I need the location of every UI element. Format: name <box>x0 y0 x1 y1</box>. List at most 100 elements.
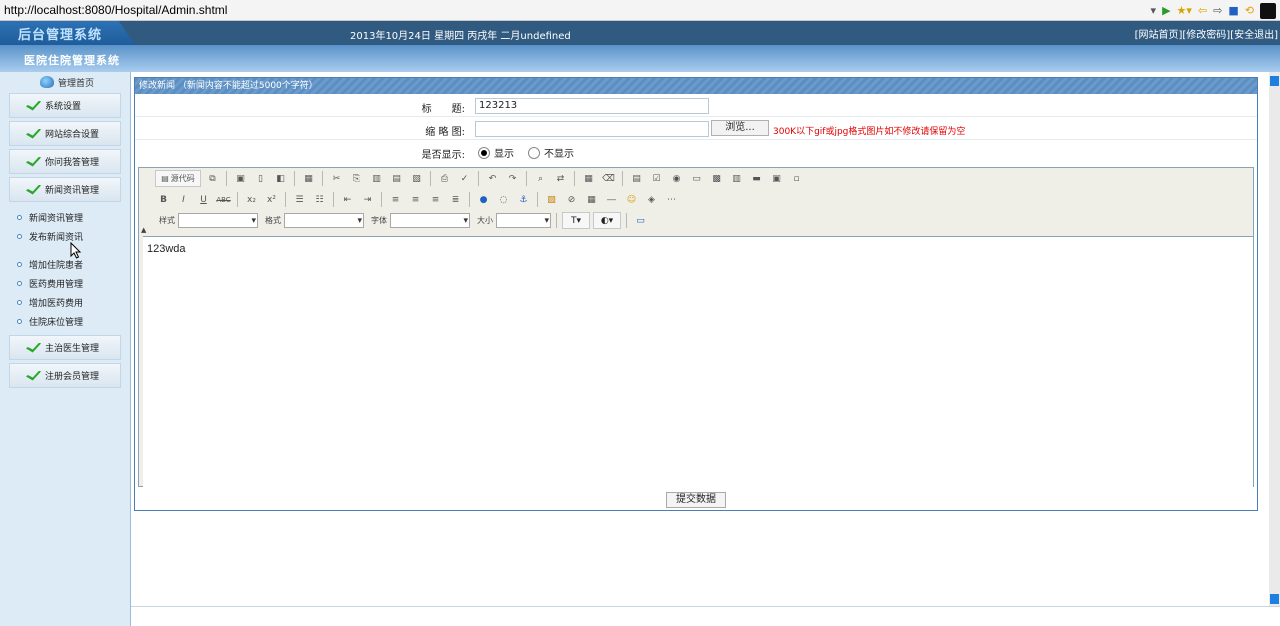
image-button-icon[interactable]: ▣ <box>768 170 785 187</box>
dropdown-icon[interactable]: ▾ <box>1151 4 1157 17</box>
bold-icon[interactable]: B <box>155 191 172 208</box>
forward-icon[interactable]: ⇨ <box>1213 4 1222 17</box>
flash-icon[interactable]: ⊘ <box>563 191 580 208</box>
find-icon[interactable]: ⌕ <box>532 170 549 187</box>
page-break-icon[interactable]: ⋯ <box>663 191 680 208</box>
sub-item-add-fee[interactable]: 增加医药费用 <box>17 293 130 312</box>
menu-site-settings[interactable]: 网站综合设置 <box>9 121 121 146</box>
paste-text-icon[interactable]: ▤ <box>388 170 405 187</box>
undo-icon[interactable]: ↶ <box>484 170 501 187</box>
outdent-icon[interactable]: ⇤ <box>339 191 356 208</box>
paste-word-icon[interactable]: ▧ <box>408 170 425 187</box>
spellcheck-icon[interactable]: ✓ <box>456 170 473 187</box>
menu-qa[interactable]: 你问我答管理 <box>9 149 121 174</box>
menu-icon[interactable] <box>1260 2 1276 19</box>
browse-button[interactable]: 浏览... <box>711 120 769 136</box>
redo-icon[interactable]: ↷ <box>504 170 521 187</box>
editor-content-area[interactable]: 123wda <box>143 236 1253 488</box>
favorites-icon[interactable]: ★▾ <box>1177 4 1192 17</box>
underline-icon[interactable]: U <box>195 191 212 208</box>
unordered-list-icon[interactable]: ☷ <box>311 191 328 208</box>
form-icon[interactable]: ▤ <box>628 170 645 187</box>
sub-item-beds[interactable]: 住院床位管理 <box>17 312 130 331</box>
collapse-toolbar-icon[interactable]: ▲ <box>141 226 146 234</box>
unlink-icon[interactable]: ◌ <box>495 191 512 208</box>
toolbar-separator <box>322 171 323 186</box>
background-color-icon[interactable]: ◐▾ <box>593 212 621 229</box>
subscript-icon[interactable]: x₂ <box>243 191 260 208</box>
site-home-link[interactable]: [网站首页] <box>1135 26 1183 41</box>
hidden-field-icon[interactable]: ▫ <box>788 170 805 187</box>
size-select[interactable] <box>496 213 551 228</box>
select-field-icon[interactable]: ▥ <box>728 170 745 187</box>
vertical-scrollbar[interactable] <box>1269 72 1280 606</box>
text-color-icon[interactable]: T▾ <box>562 212 590 229</box>
radio-icon[interactable]: ◉ <box>668 170 685 187</box>
stop-icon[interactable]: ■ <box>1228 4 1238 17</box>
align-justify-icon[interactable]: ≣ <box>447 191 464 208</box>
maximize-icon[interactable]: ▭ <box>632 212 649 229</box>
hide-radio[interactable] <box>528 146 540 159</box>
superscript-icon[interactable]: x² <box>263 191 280 208</box>
thumbnail-file-input[interactable] <box>475 121 709 137</box>
cut-icon[interactable]: ✂ <box>328 170 345 187</box>
menu-doctors[interactable]: 主治医生管理 <box>9 335 121 360</box>
bullet-icon <box>17 262 22 267</box>
anchor-icon[interactable]: ⚓ <box>515 191 532 208</box>
textarea-icon[interactable]: ▩ <box>708 170 725 187</box>
font-select[interactable] <box>390 213 470 228</box>
indent-icon[interactable]: ⇥ <box>359 191 376 208</box>
strikethrough-icon[interactable]: ABC <box>215 191 232 208</box>
image-icon[interactable]: ▨ <box>543 191 560 208</box>
align-right-icon[interactable]: ≡ <box>427 191 444 208</box>
change-password-link[interactable]: [修改密码] <box>1182 26 1230 41</box>
sidebar-home[interactable]: 管理首页 <box>0 72 130 92</box>
display-radio-group: 显示 不显示 <box>478 145 574 160</box>
toolbar-separator <box>381 192 382 207</box>
source-code-button[interactable]: ▤ 源代码 <box>155 170 201 187</box>
table-icon[interactable]: ▦ <box>583 191 600 208</box>
style-label: 样式 <box>159 216 175 225</box>
copy-icon[interactable]: ⎘ <box>348 170 365 187</box>
special-char-icon[interactable]: ◈ <box>643 191 660 208</box>
bullet-icon <box>17 215 22 220</box>
textfield-icon[interactable]: ▭ <box>688 170 705 187</box>
save-icon[interactable]: ▣ <box>232 170 249 187</box>
refresh-icon[interactable]: ⟲ <box>1245 4 1254 17</box>
smiley-icon[interactable]: ☺ <box>623 191 640 208</box>
print-icon[interactable]: ⎙ <box>436 170 453 187</box>
logout-link[interactable]: [安全退出] <box>1230 26 1278 41</box>
go-icon[interactable]: ▶ <box>1162 4 1170 17</box>
sub-item-news-manage[interactable]: 新闻资讯管理 <box>17 208 130 227</box>
preview-icon[interactable]: ◧ <box>272 170 289 187</box>
italic-icon[interactable]: I <box>175 191 192 208</box>
url-text[interactable]: http://localhost:8080/Hospital/Admin.sht… <box>4 3 227 17</box>
template-icon[interactable]: ▦ <box>300 170 317 187</box>
select-all-icon[interactable]: ▦ <box>580 170 597 187</box>
link-icon[interactable]: ● <box>475 191 492 208</box>
format-select[interactable] <box>284 213 364 228</box>
sub-item-medical-fees[interactable]: 医药费用管理 <box>17 274 130 293</box>
checkbox-icon[interactable]: ☑ <box>648 170 665 187</box>
replace-icon[interactable]: ⇄ <box>552 170 569 187</box>
menu-members[interactable]: 注册会员管理 <box>9 363 121 388</box>
scroll-down-icon[interactable] <box>1270 594 1279 604</box>
style-select[interactable] <box>178 213 258 228</box>
menu-system-settings[interactable]: 系统设置 <box>9 93 121 118</box>
horizontal-rule-icon[interactable]: ― <box>603 191 620 208</box>
submit-button[interactable]: 提交数据 <box>666 492 726 508</box>
align-center-icon[interactable]: ≡ <box>407 191 424 208</box>
toolbar-separator <box>294 171 295 186</box>
align-left-icon[interactable]: ≡ <box>387 191 404 208</box>
paste-icon[interactable]: ▥ <box>368 170 385 187</box>
title-input[interactable]: 123213 <box>475 98 709 114</box>
show-radio[interactable] <box>478 146 490 159</box>
new-page-icon[interactable]: ▯ <box>252 170 269 187</box>
scroll-up-icon[interactable] <box>1270 76 1279 86</box>
copy-format-icon[interactable]: ⧉ <box>204 170 221 187</box>
ordered-list-icon[interactable]: ☰ <box>291 191 308 208</box>
menu-news[interactable]: 新闻资讯管理 <box>9 177 121 202</box>
remove-format-icon[interactable]: ⌫ <box>600 170 617 187</box>
button-field-icon[interactable]: ▬ <box>748 170 765 187</box>
back-icon[interactable]: ⇦ <box>1198 4 1207 17</box>
